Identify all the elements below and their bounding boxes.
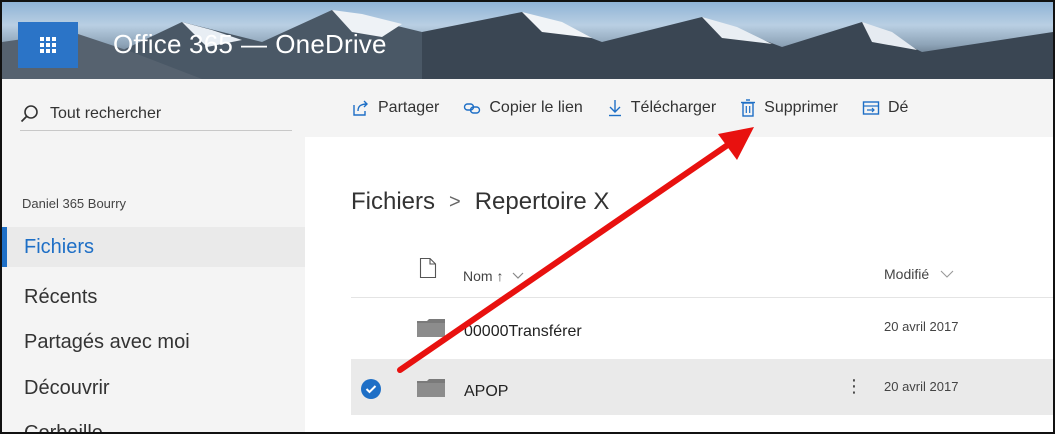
copy-link-button[interactable]: Copier le lien — [463, 99, 583, 117]
breadcrumb-current: Repertoire X — [474, 188, 610, 215]
download-icon — [608, 100, 621, 117]
download-button[interactable]: Télécharger — [607, 99, 716, 117]
brand-title: Office 365 — OneDrive — [113, 29, 387, 60]
delete-label: Supprimer — [764, 99, 838, 116]
selection-checkbox[interactable] — [361, 379, 381, 399]
nav-item-corbeille[interactable]: Corbeille — [2, 413, 305, 433]
file-name[interactable]: 00000Transférer — [464, 323, 582, 341]
user-name: Daniel 365 Bourry — [22, 196, 127, 211]
file-type-icon[interactable] — [419, 257, 437, 279]
onedrive-window: Office 365 — OneDrive Tout rechercher Dani… — [0, 0, 1055, 434]
file-row[interactable]: 00000Transférer 20 avril 2017 — [351, 299, 1053, 355]
column-modified-label: Modifié — [884, 266, 930, 282]
move-label: Dé — [887, 99, 909, 116]
share-icon — [353, 100, 368, 116]
move-icon — [862, 101, 880, 115]
share-button[interactable]: Partager — [352, 99, 439, 117]
nav-item-recents[interactable]: Récents — [2, 277, 305, 317]
nav-item-fichiers[interactable]: Fichiers — [2, 227, 305, 267]
app-name[interactable]: OneDrive — [275, 29, 386, 59]
column-name-label: Nom ↑ — [463, 268, 504, 284]
more-actions-button[interactable]: ⋮ — [845, 377, 863, 395]
suite-name[interactable]: Office 365 — [113, 29, 233, 59]
left-navigation: Tout rechercher Daniel 365 Bourry Fichie… — [2, 79, 305, 433]
breadcrumb-root[interactable]: Fichiers — [351, 188, 435, 216]
copy-link-label: Copier le lien — [489, 99, 583, 116]
breadcrumb: Fichiers > Repertoire X — [351, 188, 609, 216]
search-placeholder: Tout rechercher — [50, 104, 162, 122]
chevron-down-icon — [512, 272, 524, 279]
folder-icon — [417, 319, 445, 337]
waffle-icon — [40, 37, 56, 53]
share-label: Partager — [378, 99, 440, 116]
delete-button[interactable]: Supprimer — [740, 99, 838, 117]
download-label: Télécharger — [630, 99, 717, 116]
move-button[interactable]: Dé — [862, 99, 908, 117]
checkmark-icon — [365, 385, 377, 394]
file-modified: 20 avril 2017 — [884, 319, 959, 334]
chevron-down-icon — [940, 270, 954, 278]
column-modified[interactable]: Modifié — [884, 266, 955, 282]
file-name[interactable]: APOP — [464, 383, 508, 401]
nav-item-partages[interactable]: Partagés avec moi — [2, 322, 305, 362]
search-box[interactable]: Tout rechercher — [20, 97, 292, 131]
command-bar: Partager Copier le lien Télécharger Supp… — [305, 79, 1053, 137]
column-name[interactable]: Nom ↑ — [463, 268, 525, 284]
app-launcher-button[interactable] — [18, 22, 78, 68]
nav-item-decouvrir[interactable]: Découvrir — [2, 368, 305, 408]
suite-header: Office 365 — OneDrive — [2, 2, 1053, 79]
link-icon — [464, 103, 481, 114]
search-icon — [20, 104, 38, 122]
breadcrumb-separator: > — [449, 190, 461, 213]
file-list-header: Nom ↑ Modifié — [351, 252, 1053, 298]
file-row-selected[interactable]: APOP ⋮ 20 avril 2017 — [351, 359, 1053, 415]
folder-icon — [417, 379, 445, 397]
file-modified: 20 avril 2017 — [884, 379, 959, 394]
brand-separator: — — [241, 29, 268, 59]
trash-icon — [741, 99, 756, 117]
